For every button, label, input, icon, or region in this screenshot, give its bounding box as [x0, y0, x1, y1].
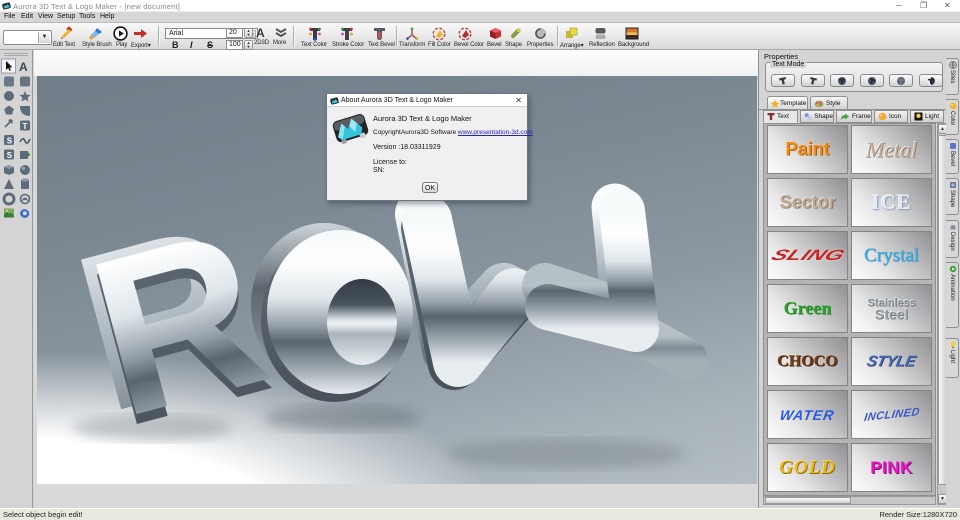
svg-text:T: T	[23, 122, 28, 131]
svg-text:S: S	[7, 151, 13, 160]
svg-text:S: S	[7, 136, 13, 145]
svg-text:A: A	[19, 60, 28, 74]
